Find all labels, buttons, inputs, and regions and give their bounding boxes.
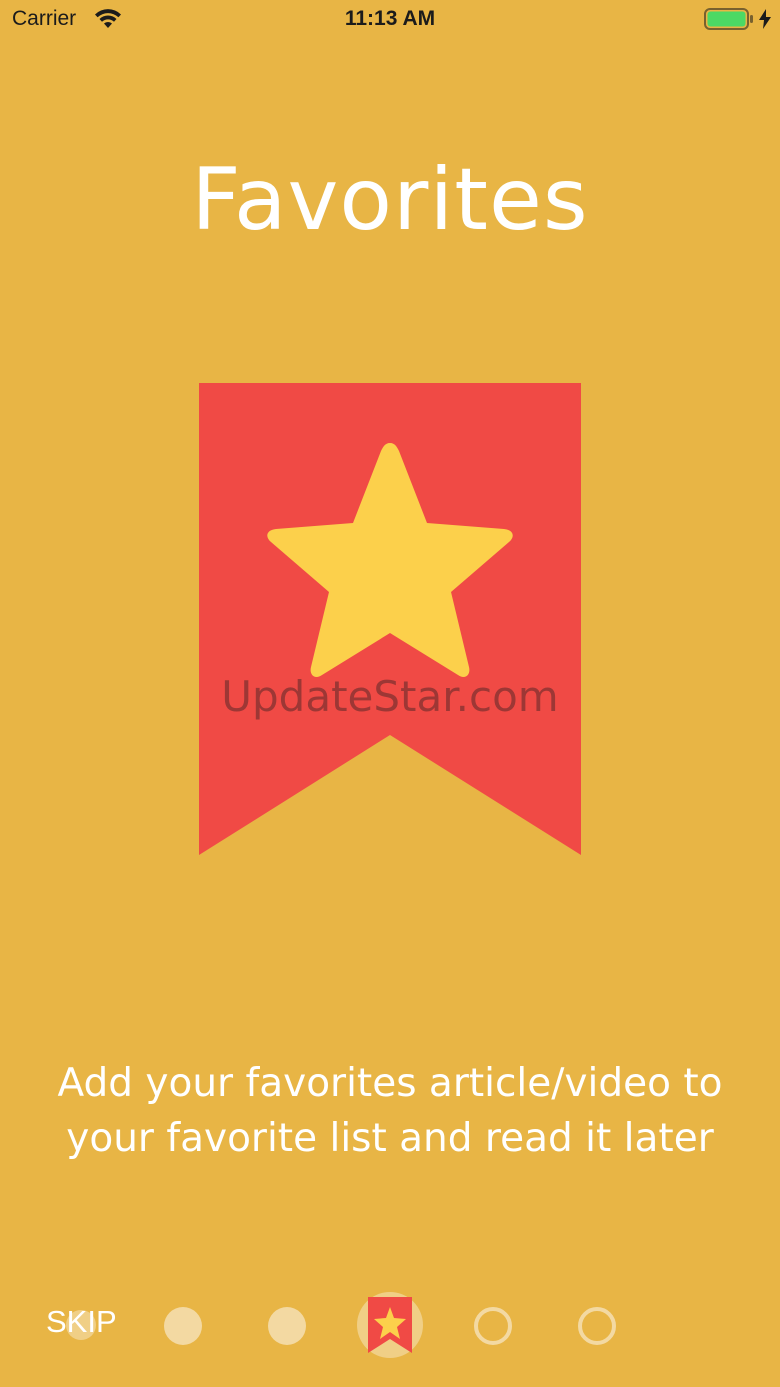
skip-button[interactable]: SKIP [46,1304,117,1340]
status-bar: Carrier 11:13 AM [0,0,780,40]
bolt-icon [758,9,772,33]
page-indicator-1[interactable] [164,1307,202,1345]
battery-icon [704,8,754,34]
page-indicator-3-current[interactable] [357,1292,423,1358]
page-indicator-5[interactable] [578,1307,616,1345]
onboarding-description: Add your favorites article/video to your… [57,1061,723,1161]
status-time: 11:13 AM [344,7,436,30]
bookmark-star-icon [199,383,581,855]
page-title: Favorites [191,150,589,250]
page-indicator-4[interactable] [474,1307,512,1345]
page-indicator-2[interactable] [268,1307,306,1345]
bookmark-star-icon [368,1297,412,1357]
watermark: UpdateStar.com [221,672,559,721]
